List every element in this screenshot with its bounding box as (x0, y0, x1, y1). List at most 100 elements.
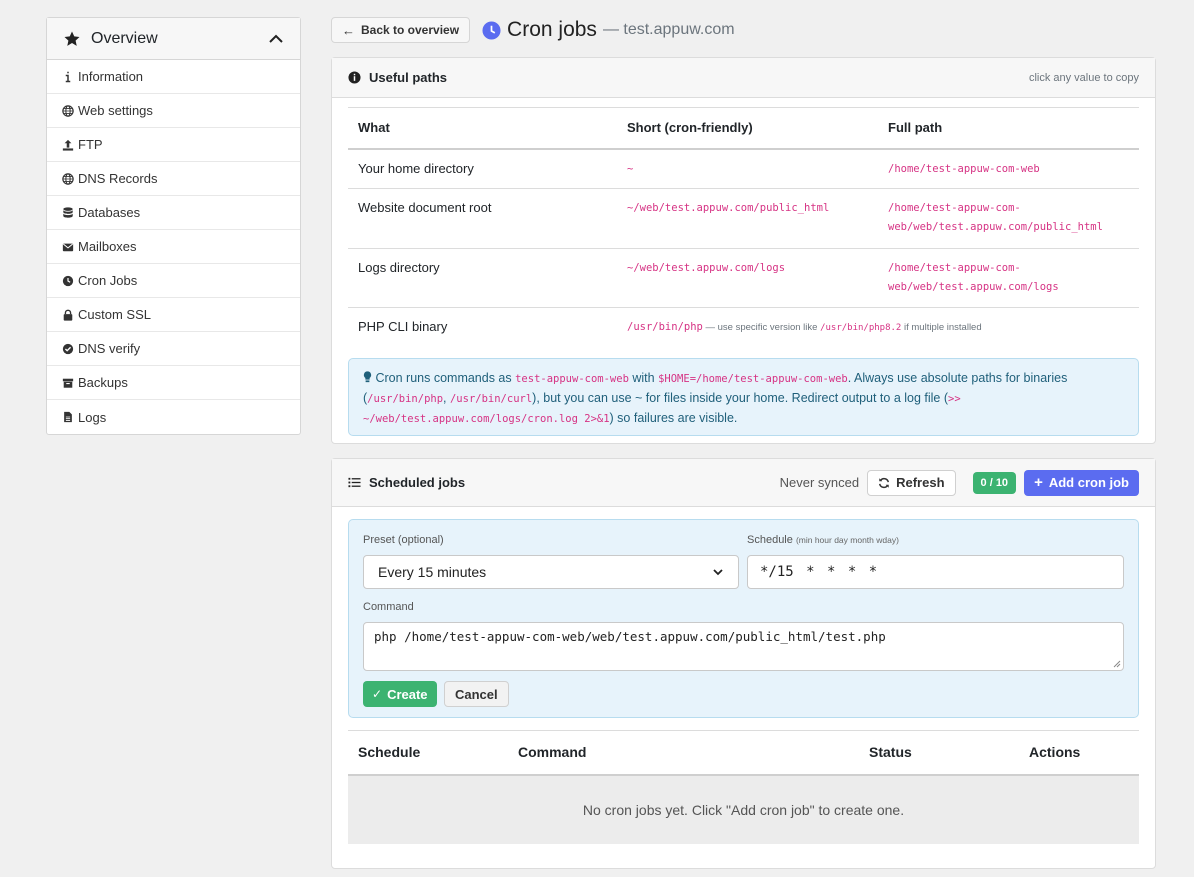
path-full-value[interactable]: /home/test-appuw-com-web/web/test.appuw.… (878, 248, 1139, 308)
check-circle-icon (61, 342, 74, 355)
cron-jobs-table: Schedule Command Status Actions No cron … (348, 730, 1139, 844)
column-header: Short (cron-friendly) (617, 107, 878, 150)
lightbulb-icon (363, 371, 372, 383)
info-code: /usr/bin/curl (449, 393, 533, 405)
sidebar-item-cron-jobs[interactable]: Cron Jobs (47, 264, 300, 298)
plus-icon: + (1034, 474, 1043, 491)
sidebar-item-databases[interactable]: Databases (47, 196, 300, 230)
back-to-overview-button[interactable]: ← Back to overview (331, 17, 471, 43)
cancel-label: Cancel (455, 686, 498, 702)
preset-selected-value: Every 15 minutes (378, 564, 487, 580)
sidebar-header[interactable]: Overview (47, 18, 300, 60)
sync-status: Never synced (779, 475, 860, 490)
preset-label: Preset (optional) (363, 534, 444, 546)
php-note-tail: if multiple installed (901, 322, 982, 333)
sidebar-item-label: Mailboxes (78, 239, 137, 254)
sidebar-item-web-settings[interactable]: Web settings (47, 94, 300, 128)
useful-paths-header: Useful paths click any value to copy (332, 58, 1155, 98)
table-row: No cron jobs yet. Click "Add cron job" t… (348, 774, 1139, 844)
path-full-line: /home/test-appuw-com- (888, 202, 1021, 214)
chevron-down-icon (713, 569, 723, 576)
refresh-icon (879, 477, 890, 488)
info-circle-icon (348, 71, 361, 84)
add-cron-job-label: Add cron job (1048, 475, 1129, 490)
sidebar-item-label: DNS verify (78, 341, 141, 356)
info-text: with (628, 371, 659, 385)
arrow-left-icon: ← (342, 22, 355, 38)
column-header: Command (508, 730, 859, 776)
sidebar-item-dns-records[interactable]: DNS Records (47, 162, 300, 196)
back-button-label: Back to overview (361, 23, 460, 37)
paths-table: What Short (cron-friendly) Full path You… (348, 107, 1139, 348)
useful-paths-title: Useful paths (369, 70, 448, 85)
clock-icon (61, 274, 74, 287)
info-code: ~/web/test.appuw.com/logs/cron.log 2>&1 (363, 413, 610, 425)
globe-icon (61, 104, 74, 117)
upload-icon (61, 138, 74, 151)
column-header: Full path (878, 107, 1139, 150)
path-full-value[interactable]: /home/test-appuw-com-web (888, 163, 1040, 175)
page-header: ← Back to overview Cron jobs — test.appu… (331, 17, 735, 43)
sidebar-item-mailboxes[interactable]: Mailboxes (47, 230, 300, 264)
clock-icon (482, 20, 501, 40)
path-short-value[interactable]: ~/web/test.appuw.com/logs (627, 262, 785, 274)
path-what: Logs directory (348, 248, 617, 308)
table-row: Your home directory ~ /home/test-appuw-c… (348, 148, 1139, 189)
sidebar-item-label: Backups (78, 375, 128, 390)
path-short-value[interactable]: /usr/bin/php (627, 321, 703, 333)
path-full-value[interactable]: /home/test-appuw-com-web/web/test.appuw.… (878, 188, 1139, 249)
sidebar-item-label: Databases (78, 205, 141, 220)
info-code: test-appuw-com-web (515, 373, 629, 385)
path-full-line: web/web/test.appuw.com/public_html (888, 221, 1103, 233)
globe-icon (61, 172, 74, 185)
schedule-input-value: */15 * * * * (760, 564, 878, 580)
refresh-button[interactable]: Refresh (867, 469, 956, 496)
command-textarea[interactable]: php /home/test-appuw-com-web/web/test.ap… (363, 622, 1124, 671)
php-note: — use specific version like (702, 322, 821, 333)
preset-select[interactable]: Every 15 minutes (363, 555, 739, 589)
path-what: PHP CLI binary (358, 319, 448, 334)
chevron-up-icon[interactable] (268, 31, 284, 47)
sidebar-item-logs[interactable]: Logs (47, 400, 300, 434)
schedule-input[interactable]: */15 * * * * (747, 555, 1124, 589)
table-row: Website document root ~/web/test.appuw.c… (348, 188, 1139, 249)
path-short-value[interactable]: ~ (627, 163, 633, 175)
useful-paths-card: Useful paths click any value to copy Wha… (331, 57, 1156, 444)
scheduled-jobs-header: Scheduled jobs Never synced Refresh 0 / … (332, 459, 1155, 507)
info-text: ) so failures are visible. (609, 411, 738, 425)
info-icon (61, 70, 74, 83)
sidebar-item-dns-verify[interactable]: DNS verify (47, 332, 300, 366)
list-icon (348, 477, 361, 488)
path-short-value[interactable]: ~/web/test.appuw.com/public_html (627, 202, 829, 214)
page-subtitle: — test.appuw.com (602, 21, 735, 38)
lock-icon (61, 308, 74, 321)
create-button[interactable]: ✓ Create (363, 681, 437, 707)
schedule-hint: (min hour day month wday) (795, 535, 899, 545)
check-icon: ✓ (372, 687, 383, 701)
sidebar-item-ftp[interactable]: FTP (47, 128, 300, 162)
cancel-button[interactable]: Cancel (444, 681, 509, 707)
copy-hint: click any value to copy (1028, 71, 1139, 84)
resize-handle-icon[interactable] (1113, 660, 1121, 668)
scheduled-jobs-title: Scheduled jobs (369, 475, 466, 490)
empty-state: No cron jobs yet. Click "Add cron job" t… (348, 774, 1139, 844)
cron-info-box: Cron runs commands as test-appuw-com-web… (348, 358, 1139, 436)
sidebar-item-information[interactable]: Information (47, 60, 300, 94)
path-full-line: /home/test-appuw-com- (888, 262, 1021, 274)
new-cron-form: Preset (optional) Schedule (min hour day… (348, 519, 1139, 718)
table-row: Logs directory ~/web/test.appuw.com/logs… (348, 248, 1139, 308)
sidebar-item-label: Cron Jobs (78, 273, 138, 288)
sidebar-item-label: Information (78, 69, 144, 84)
envelope-icon (61, 240, 74, 253)
column-header: Status (859, 730, 1019, 776)
command-value: php /home/test-appuw-com-web/web/test.ap… (374, 629, 886, 644)
sidebar-item-label: DNS Records (78, 171, 158, 186)
php-version-example[interactable]: /usr/bin/php8.2 (820, 323, 901, 333)
sidebar-item-label: Custom SSL (78, 307, 151, 322)
add-cron-job-button[interactable]: + Add cron job (1024, 469, 1139, 496)
sidebar-item-backups[interactable]: Backups (47, 366, 300, 400)
info-text: ), but you can use ~ for files inside yo… (532, 391, 949, 405)
info-code: >> (948, 393, 961, 405)
column-header: What (348, 107, 617, 150)
sidebar-item-custom-ssl[interactable]: Custom SSL (47, 298, 300, 332)
